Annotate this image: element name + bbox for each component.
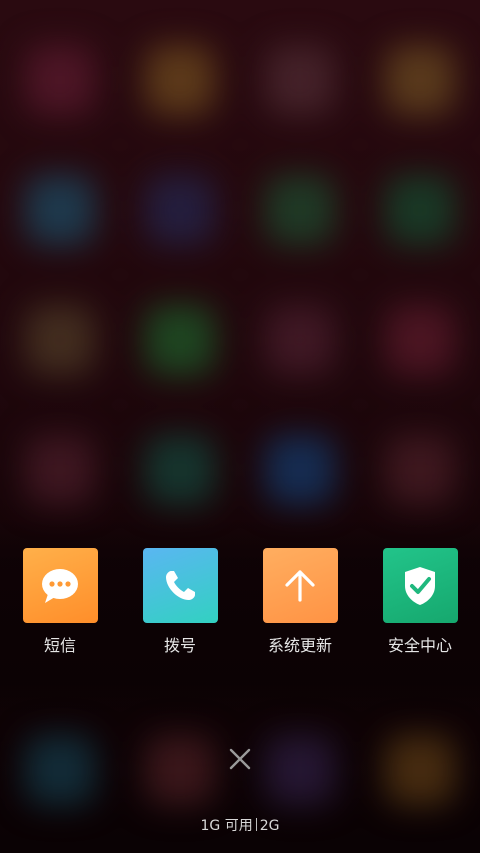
bg-app-blur [25, 305, 95, 375]
bg-app-blur [265, 305, 335, 375]
app-label: 拨号 [163, 636, 196, 655]
bg-app-blur [25, 175, 95, 245]
bg-app-blur [145, 305, 215, 375]
bg-app-blur [145, 175, 215, 245]
recents-screen: 短信 拨号 系统更新 安全中心 1G 可用 2G [0, 0, 480, 853]
bg-app-blur [265, 435, 335, 505]
recent-app-dialer[interactable]: 拨号 [120, 548, 240, 658]
bg-app-blur [385, 435, 455, 505]
recent-apps-row: 短信 拨号 系统更新 安全中心 [0, 548, 480, 658]
bg-app-blur [25, 735, 95, 805]
app-label: 系统更新 [267, 636, 332, 655]
bg-app-blur [145, 435, 215, 505]
message-bubble-icon [22, 548, 98, 623]
bg-app-blur [385, 45, 455, 115]
bg-app-blur [265, 175, 335, 245]
memory-total: 2G [259, 818, 280, 834]
memory-status: 1G 可用 2G [0, 815, 480, 835]
recent-app-sms[interactable]: 短信 [0, 548, 120, 658]
bg-app-blur [145, 45, 215, 115]
clear-all-button[interactable] [222, 741, 258, 777]
bg-app-blur [385, 305, 455, 375]
bg-app-blur [25, 435, 95, 505]
bg-app-blur [25, 45, 95, 115]
phone-icon [142, 548, 218, 623]
arrow-up-icon [262, 548, 338, 623]
close-icon [229, 748, 251, 770]
shield-check-icon [382, 548, 458, 623]
recent-app-system-update[interactable]: 系统更新 [240, 548, 360, 658]
memory-available: 1G 可用 [200, 818, 253, 834]
bg-app-blur [265, 45, 335, 115]
app-label: 安全中心 [387, 636, 452, 655]
blurred-background [0, 0, 480, 853]
recent-app-security-center[interactable]: 安全中心 [360, 548, 480, 658]
app-label: 短信 [43, 636, 76, 655]
bg-app-blur [385, 735, 455, 805]
bg-app-blur [145, 735, 215, 805]
bg-app-blur [265, 735, 335, 805]
memory-divider [255, 818, 257, 831]
bg-app-blur [385, 175, 455, 245]
